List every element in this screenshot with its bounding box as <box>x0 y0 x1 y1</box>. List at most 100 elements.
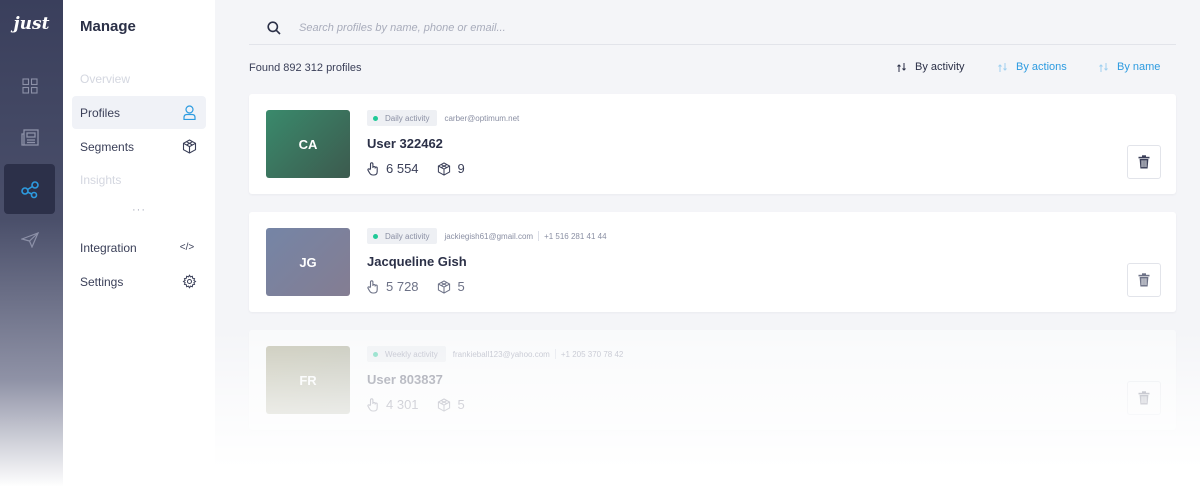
actions-count: 4 301 <box>386 397 419 412</box>
activity-label: Weekly activity <box>385 349 438 359</box>
profile-meta: Weekly activity frankieball123@yahoo.com… <box>367 346 623 362</box>
activity-label: Daily activity <box>385 113 430 123</box>
profile-email: jackiegish61@gmail.com <box>444 231 534 241</box>
activity-label: Daily activity <box>385 231 430 241</box>
segments-stat: 5 <box>437 397 465 412</box>
segments-count: 9 <box>457 161 465 176</box>
results-count: Found 892 312 profiles <box>249 62 362 74</box>
profile-phone: +1 516 281 41 44 <box>544 231 607 241</box>
meta-divider <box>538 231 540 241</box>
avatar: CA <box>266 110 350 178</box>
sidebar-item-label: Settings <box>80 274 124 289</box>
search-bar <box>249 12 1176 45</box>
sort-label: By activity <box>915 61 965 73</box>
segments-count: 5 <box>457 397 465 412</box>
sidebar-item-settings[interactable]: Settings <box>72 265 206 298</box>
code-icon-glyph: </> <box>179 242 195 253</box>
actions-count: 6 554 <box>386 161 419 176</box>
activity-badge: Weekly activity <box>367 346 446 362</box>
trash-icon <box>1138 273 1150 287</box>
segments-count: 5 <box>457 279 465 294</box>
actions-stat: 6 554 <box>367 161 419 176</box>
code-icon: </> <box>177 240 197 256</box>
trash-icon <box>1138 155 1150 169</box>
sidebar-item-label: Overview <box>80 71 131 86</box>
delete-profile-button[interactable] <box>1127 145 1161 179</box>
activity-dot-icon <box>373 351 378 357</box>
activity-badge: Daily activity <box>367 228 438 244</box>
sidebar-more-indicator[interactable]: ··· <box>63 204 215 216</box>
sort-arrows-icon <box>896 62 908 73</box>
profile-stats: 4 301 5 <box>367 397 483 412</box>
profile-phone: +1 205 370 78 42 <box>560 349 624 359</box>
delete-profile-button[interactable] <box>1127 381 1161 415</box>
paper-plane-icon <box>20 232 39 248</box>
profile-card[interactable]: FR Weekly activity frankieball123@yahoo.… <box>249 330 1176 430</box>
profile-stats: 6 554 9 <box>367 161 483 176</box>
sidebar-title: Manage <box>80 18 136 35</box>
segments-stat: 5 <box>437 279 465 294</box>
sidebar-item-segments[interactable]: Segments <box>72 130 206 163</box>
sort-by-actions[interactable]: By actions <box>997 61 1067 73</box>
pointer-hand-icon <box>367 161 378 176</box>
profile-name[interactable]: User 803837 <box>367 372 443 387</box>
pointer-hand-icon <box>367 397 378 412</box>
sidebar-item-label: Integration <box>80 240 137 255</box>
profile-card[interactable]: JG Daily activity jackiegish61@gmail.com… <box>249 212 1176 312</box>
sidebar-item-label: Insights <box>80 172 122 187</box>
sort-arrows-icon <box>997 62 1009 73</box>
sort-by-activity[interactable]: By activity <box>896 61 965 73</box>
sidebar-item-integration[interactable]: Integration </> <box>72 231 206 264</box>
activity-dot-icon <box>373 115 378 121</box>
sort-label: By actions <box>1016 61 1067 73</box>
main-content: Found 892 312 profiles By activity By ac… <box>215 0 1200 487</box>
sort-arrows-icon <box>1098 62 1110 73</box>
cube-icon <box>181 139 197 155</box>
activity-dot-icon <box>373 233 378 239</box>
activity-badge: Daily activity <box>367 110 438 126</box>
manage-sidebar: Manage Overview Profiles Segments Insigh… <box>63 0 215 487</box>
news-icon <box>20 128 39 146</box>
avatar-initials: FR <box>299 372 317 388</box>
sidebar-item-profiles[interactable]: Profiles <box>72 96 206 129</box>
trash-icon <box>1138 391 1150 405</box>
cube-icon <box>437 161 450 176</box>
actions-stat: 4 301 <box>367 397 419 412</box>
search-input[interactable] <box>299 16 899 40</box>
avatar: FR <box>266 346 350 414</box>
app-logo[interactable]: just <box>0 14 63 34</box>
rail-news-button[interactable] <box>4 112 55 162</box>
rail-connections-button[interactable] <box>4 164 55 214</box>
sidebar-item-insights: Insights <box>72 163 206 196</box>
profile-meta: Daily activity jackiegish61@gmail.com +1… <box>367 228 607 244</box>
profile-meta: Daily activity carber@optimum.net <box>367 110 519 126</box>
profile-email: frankieball123@yahoo.com <box>452 349 550 359</box>
profile-card[interactable]: CA Daily activity carber@optimum.net Use… <box>249 94 1176 194</box>
pointer-hand-icon <box>367 279 378 294</box>
avatar-initials: JG <box>299 254 317 270</box>
gear-icon <box>181 274 197 290</box>
sidebar-item-label: Profiles <box>80 105 121 120</box>
rail-send-button[interactable] <box>4 215 55 265</box>
dashboard-grid-icon <box>21 78 38 94</box>
cube-icon <box>437 279 450 294</box>
rail-dashboard-button[interactable] <box>4 61 55 111</box>
search-icon <box>267 21 299 35</box>
sort-by-name[interactable]: By name <box>1098 61 1160 73</box>
profile-name[interactable]: Jacqueline Gish <box>367 254 467 269</box>
segments-stat: 9 <box>437 161 465 176</box>
profile-email: carber@optimum.net <box>444 113 520 123</box>
profile-name[interactable]: User 322462 <box>367 136 443 151</box>
icon-rail: just <box>0 0 63 487</box>
actions-stat: 5 728 <box>367 279 419 294</box>
cube-icon <box>437 397 450 412</box>
connections-icon <box>20 181 39 199</box>
avatar-initials: CA <box>298 136 318 152</box>
actions-count: 5 728 <box>386 279 419 294</box>
meta-divider <box>554 349 556 359</box>
sort-label: By name <box>1117 61 1161 73</box>
avatar: JG <box>266 228 350 296</box>
sidebar-item-label: Segments <box>80 139 135 154</box>
delete-profile-button[interactable] <box>1127 263 1161 297</box>
sidebar-item-overview: Overview <box>72 62 206 95</box>
